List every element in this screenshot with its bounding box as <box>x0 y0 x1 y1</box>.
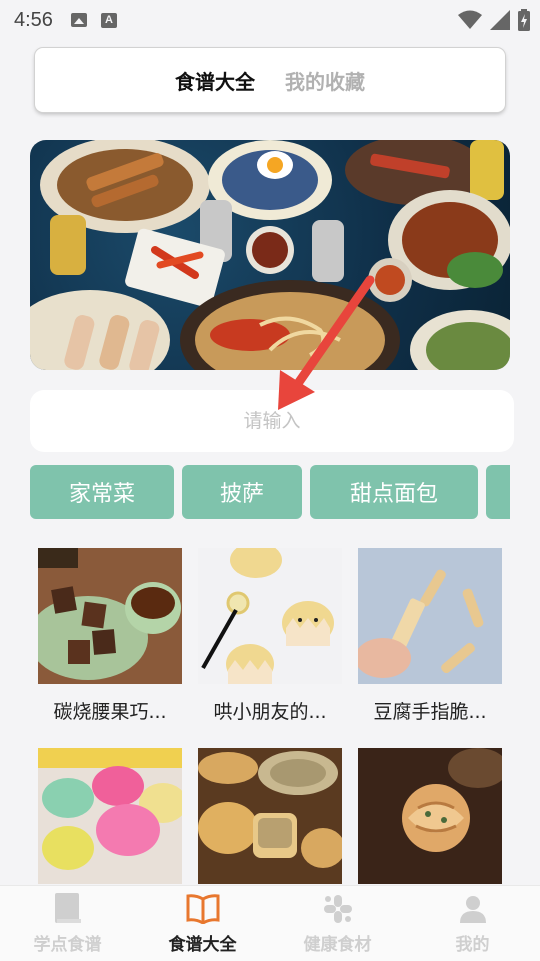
recipe-card[interactable] <box>358 748 502 897</box>
nav-item-mine[interactable]: 我的 <box>405 886 540 961</box>
grid-icon <box>321 892 355 926</box>
banner-image[interactable] <box>30 140 510 370</box>
nav-item-healthy-ingredients[interactable]: 健康食材 <box>270 886 405 961</box>
image-notification-icon <box>70 13 87 27</box>
recipe-grid: 碳烧腰果巧... 哄小朋友的... 豆腐手指脆... <box>38 548 508 897</box>
search-input[interactable] <box>30 390 514 452</box>
chip-pizza[interactable]: 披萨 <box>182 465 302 519</box>
recipe-image-pastries <box>198 748 342 884</box>
book-icon <box>51 892 85 926</box>
open-book-icon <box>186 892 220 926</box>
recipe-card[interactable]: 豆腐手指脆... <box>358 548 502 724</box>
recipe-card[interactable]: 碳烧腰果巧... <box>38 548 182 724</box>
tab-my-favorites[interactable]: 我的收藏 <box>285 66 365 95</box>
nav-label: 学点食谱 <box>33 935 102 955</box>
recipe-image-chick-cookies <box>198 548 342 684</box>
recipe-image-cashew-chocolate <box>38 548 182 684</box>
nav-item-recipes-all[interactable]: 食谱大全 <box>135 886 270 961</box>
category-chips: 家常菜 披萨 甜点面包 <box>30 465 510 519</box>
chip-more[interactable] <box>486 465 510 519</box>
recipe-title: 豆腐手指脆... <box>373 701 487 723</box>
nav-label: 食谱大全 <box>168 935 237 955</box>
battery-icon <box>518 9 530 31</box>
segment-control: 食谱大全 我的收藏 <box>35 48 505 112</box>
chip-home-cooking[interactable]: 家常菜 <box>30 465 174 519</box>
tab-recipes-all[interactable]: 食谱大全 <box>175 66 255 95</box>
recipe-image-swirl-cookie <box>358 748 502 884</box>
nav-label: 我的 <box>455 935 490 955</box>
wifi-icon <box>458 10 482 29</box>
recipe-image-tofu-fingers <box>358 548 502 684</box>
cell-signal-icon <box>490 10 510 30</box>
a-notification-icon: A <box>100 12 117 28</box>
bottom-nav: 学点食谱 食谱大全 健康食材 我的 <box>0 885 540 961</box>
recipe-card[interactable] <box>38 748 182 897</box>
food-spread-illustration <box>30 140 510 370</box>
status-time: 4:56 <box>14 8 53 31</box>
recipe-title: 碳烧腰果巧... <box>53 701 167 723</box>
status-bar: 4:56 A <box>0 0 540 40</box>
recipe-card[interactable]: 哄小朋友的... <box>198 548 342 724</box>
recipe-card[interactable] <box>198 748 342 897</box>
nav-label: 健康食材 <box>303 935 372 955</box>
recipe-title: 哄小朋友的... <box>213 701 327 723</box>
chip-dessert-bread[interactable]: 甜点面包 <box>310 465 478 519</box>
recipe-image-mooncakes <box>38 748 182 884</box>
person-icon <box>456 892 490 926</box>
nav-item-learn-recipes[interactable]: 学点食谱 <box>0 886 135 961</box>
